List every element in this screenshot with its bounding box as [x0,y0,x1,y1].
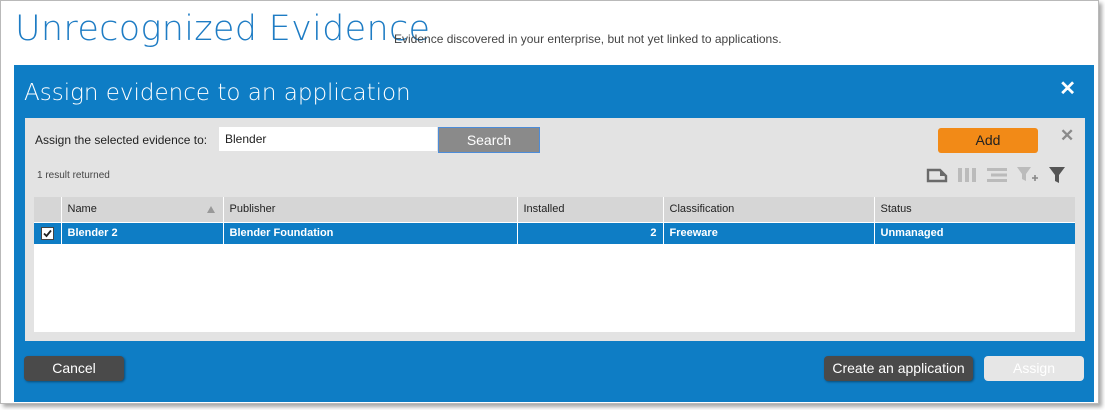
table-row[interactable]: Blender 2 Blender Foundation 2 Freeware … [34,221,1075,244]
cell-installed: 2 [517,221,664,244]
app-window: Unrecognized Evidence Evidence discovere… [0,0,1099,404]
row-select-cell [34,221,62,244]
column-header-classification[interactable]: Classification [663,197,875,222]
result-count: 1 result returned [37,170,110,181]
evidence-grid: Name Publisher Installed Classification … [34,197,1075,332]
group-icon[interactable] [982,166,1012,184]
add-filter-icon[interactable] [1012,166,1042,184]
assign-label: Assign the selected evidence to: [35,133,208,147]
cell-classification: Freeware [663,221,875,244]
select-column-header [34,197,62,222]
column-header-name[interactable]: Name [61,197,224,222]
assign-evidence-dialog: Assign evidence to an application ✕ Assi… [14,65,1094,402]
export-icon[interactable] [922,166,952,184]
search-button[interactable]: Search [438,127,540,153]
add-button[interactable]: Add [938,128,1038,153]
cell-name: Blender 2 [61,221,224,244]
column-header-label: Publisher [229,203,276,216]
create-application-button[interactable]: Create an application [824,356,973,381]
row-checkbox[interactable] [41,226,54,240]
column-header-label: Classification [669,203,735,216]
column-header-label: Name [67,203,97,216]
table-header-row: Name Publisher Installed Classification … [34,197,1075,222]
cell-publisher: Blender Foundation [223,221,518,244]
sort-ascending-icon [206,206,215,213]
column-header-installed[interactable]: Installed [517,197,664,222]
page-subtitle: Evidence discovered in your enterprise, … [394,32,782,46]
column-header-label: Installed [523,203,565,216]
cancel-button[interactable]: Cancel [24,356,124,381]
column-header-label: Status [880,203,912,216]
filter-icon[interactable] [1042,166,1072,184]
dialog-title: Assign evidence to an application [24,80,411,106]
search-panel: Assign the selected evidence to: Search … [25,118,1085,341]
column-header-status[interactable]: Status [874,197,1075,222]
columns-icon[interactable] [952,166,982,184]
search-input[interactable] [219,127,437,151]
assign-button[interactable]: Assign [984,356,1084,381]
checkmark-icon [43,229,52,238]
page-title: Unrecognized Evidence [15,9,431,49]
grid-toolbar [922,166,1072,184]
panel-close-icon[interactable]: ✕ [1060,126,1074,146]
column-header-publisher[interactable]: Publisher [223,197,518,222]
close-icon[interactable]: ✕ [1059,79,1076,99]
cell-status: Unmanaged [874,221,1075,244]
